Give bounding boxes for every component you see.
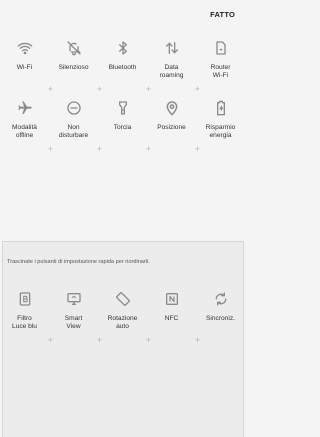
tile-wifi[interactable]: Wi-Fi + xyxy=(0,36,53,96)
tile-bluetooth[interactable]: Bluetooth + xyxy=(98,36,151,96)
tile-label: Router Wi-Fi xyxy=(210,64,231,79)
blue-light-filter-icon xyxy=(16,290,34,308)
tile-label: Torcia xyxy=(113,124,132,131)
tile-auto-rotate[interactable]: Rotazione auto + xyxy=(98,287,151,347)
tile-offline[interactable]: Modalità offline + xyxy=(0,96,53,156)
sync-icon xyxy=(212,290,230,308)
tile-smart-view[interactable]: Smart View + xyxy=(49,287,102,347)
data-roaming-icon xyxy=(163,39,181,57)
tile-label: Bluetooth xyxy=(108,64,137,71)
tile-label: Rotazione auto xyxy=(107,315,138,330)
tile-label: Non disturbare xyxy=(58,124,89,139)
tile-do-not-disturb[interactable]: Non disturbare + xyxy=(49,96,102,156)
tile-router[interactable]: Router Wi-Fi xyxy=(196,36,245,96)
tile-label: Silenzioso xyxy=(58,64,89,71)
tile-label: Filtro Luce blu xyxy=(12,315,37,330)
tile-label: Data roaming xyxy=(159,64,184,79)
tile-label: Risparmio energia xyxy=(205,124,236,139)
tile-label: Posizione xyxy=(157,124,186,131)
wifi-icon xyxy=(16,39,34,57)
do-not-disturb-icon xyxy=(65,99,83,117)
tile-label: Wi-Fi xyxy=(16,64,33,71)
battery-saver-icon xyxy=(212,99,230,117)
tile-battery-saver[interactable]: Risparmio energia xyxy=(196,96,245,156)
tile-label: Smart View xyxy=(64,315,83,330)
tile-blue-light-filter[interactable]: Filtro Luce blu + xyxy=(0,287,53,347)
airplane-icon xyxy=(16,99,34,117)
tile-data-roaming[interactable]: Data roaming + xyxy=(147,36,200,96)
flashlight-icon xyxy=(114,99,132,117)
done-button[interactable]: FATTO xyxy=(210,10,235,19)
tile-nfc[interactable]: NFC + xyxy=(147,287,200,347)
tile-silent[interactable]: Silenzioso + xyxy=(49,36,102,96)
tile-label: NFC xyxy=(164,315,179,322)
mute-icon xyxy=(65,39,83,57)
nfc-icon xyxy=(163,290,181,308)
reorder-hint: Trascinate i pulsanti di impostazione ra… xyxy=(7,259,150,265)
smart-view-icon xyxy=(65,290,83,308)
bluetooth-icon xyxy=(114,39,132,57)
tile-label: Sincroniz. xyxy=(206,315,235,322)
tile-flashlight[interactable]: Torcia + xyxy=(98,96,151,156)
active-tiles-grid: Wi-Fi + Silenzioso + Bluetooth + Data roa… xyxy=(0,36,245,156)
tile-location[interactable]: Posizione + xyxy=(147,96,200,156)
tile-label: Modalità offline xyxy=(12,124,37,139)
router-icon xyxy=(212,39,230,57)
available-tiles-grid: Filtro Luce blu + Smart View + Rotazione au… xyxy=(0,287,245,347)
auto-rotate-icon xyxy=(114,290,132,308)
tile-sync[interactable]: Sincroniz. xyxy=(196,287,245,347)
location-icon xyxy=(163,99,181,117)
